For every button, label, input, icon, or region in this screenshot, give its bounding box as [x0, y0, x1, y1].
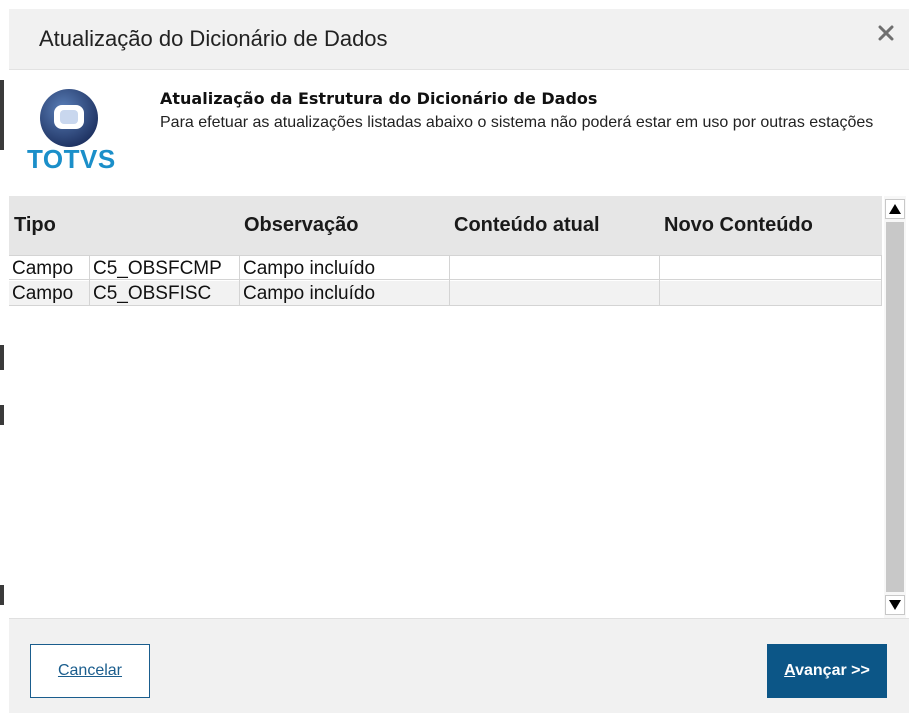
cancel-label: ancelar: [69, 662, 123, 679]
cell-tipo: Campo: [9, 256, 90, 281]
dialog-header: Atualização do Dicionário de Dados: [9, 9, 909, 70]
cell-observacao: Campo incluído: [240, 256, 450, 281]
column-header-tipo[interactable]: Tipo: [14, 214, 56, 237]
dialog-footer: Cancelar Avançar >>: [9, 618, 909, 713]
table-row[interactable]: Campo C5_OBSFCMP Campo incluído: [9, 255, 882, 281]
background-mark: [0, 405, 4, 425]
totvs-logo: TOTVS: [27, 88, 116, 180]
info-description: Para efetuar as atualizações listadas ab…: [160, 114, 874, 131]
close-icon[interactable]: [876, 23, 896, 43]
column-header-conteudo-atual[interactable]: Conteúdo atual: [454, 214, 600, 237]
table-row[interactable]: Campo C5_OBSFISC Campo incluído: [9, 281, 882, 306]
background-mark: [0, 80, 4, 150]
logo-text: TOTVS: [27, 144, 116, 174]
column-header-novo-conteudo[interactable]: Novo Conteúdo: [664, 214, 813, 237]
scrollbar-thumb[interactable]: [886, 222, 904, 592]
scroll-up-icon[interactable]: [885, 199, 905, 219]
dialog: Atualização do Dicionário de Dados TOTVS: [9, 9, 909, 713]
cell-conteudo-atual: [450, 256, 660, 281]
vertical-scrollbar[interactable]: [884, 196, 906, 618]
background-mark: [0, 585, 4, 605]
totvs-logo-icon: [40, 89, 98, 147]
updates-grid: Tipo Observação Conteúdo atual Novo Cont…: [9, 196, 909, 618]
cell-novo-conteudo: [660, 281, 882, 306]
cancel-button[interactable]: Cancelar: [30, 644, 150, 698]
cell-campo: C5_OBSFCMP: [90, 256, 240, 281]
scroll-down-icon[interactable]: [885, 595, 905, 615]
grid-header: Tipo Observação Conteúdo atual Novo Cont…: [9, 196, 882, 256]
info-heading: Atualização da Estrutura do Dicionário d…: [160, 89, 598, 108]
next-button[interactable]: Avançar >>: [767, 644, 887, 698]
background-mark: [0, 345, 4, 370]
next-label: vançar >>: [795, 662, 870, 679]
cell-novo-conteudo: [660, 256, 882, 281]
dialog-title: Atualização do Dicionário de Dados: [39, 26, 388, 51]
column-header-observacao[interactable]: Observação: [244, 214, 359, 237]
cell-conteudo-atual: [450, 281, 660, 306]
next-label-accesskey: A: [784, 662, 796, 679]
cell-campo: C5_OBSFISC: [90, 281, 240, 306]
cancel-label-accesskey: C: [57, 662, 70, 679]
cell-observacao: Campo incluído: [240, 281, 450, 306]
info-panel: TOTVS Atualização da Estrutura do Dicion…: [9, 70, 909, 196]
cell-tipo: Campo: [9, 281, 90, 306]
